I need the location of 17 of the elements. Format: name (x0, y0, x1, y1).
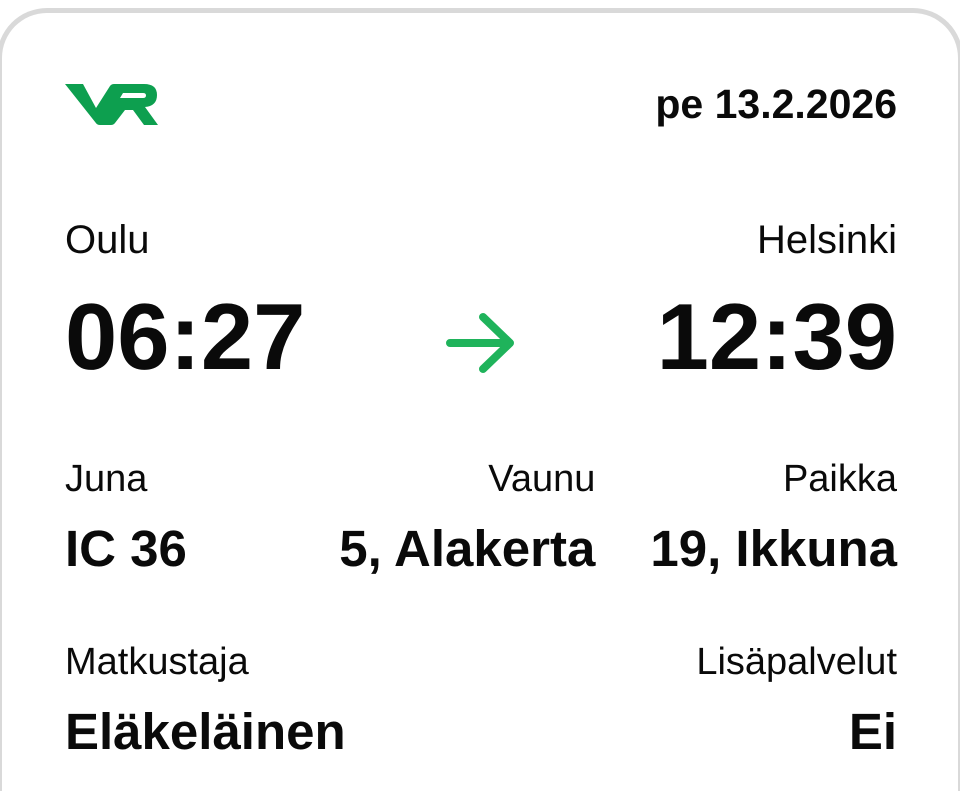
departure-time: 06:27 (65, 290, 306, 384)
station-name: Helsinki (756, 217, 897, 264)
field-label: Juna (65, 457, 148, 502)
field-value: 5, Alakerta (339, 519, 596, 579)
logo-icon (65, 84, 158, 124)
field-value: 19, Ikkuna (650, 519, 897, 579)
field-label: Matkustaja (65, 640, 249, 685)
station-name: Oulu (65, 217, 150, 264)
field-value: Ei (848, 702, 897, 762)
date-text: pe 13.2.2026 (655, 80, 897, 129)
field-label: Vaunu (488, 457, 596, 502)
arrow-icon (446, 312, 516, 374)
field-value: Eläkeläinen (65, 702, 346, 762)
field-label: Lisäpalvelut (696, 640, 897, 685)
field-label: Paikka (782, 457, 897, 502)
arrival-time: 12:39 (656, 290, 897, 384)
field-value: IC 36 (65, 519, 187, 579)
